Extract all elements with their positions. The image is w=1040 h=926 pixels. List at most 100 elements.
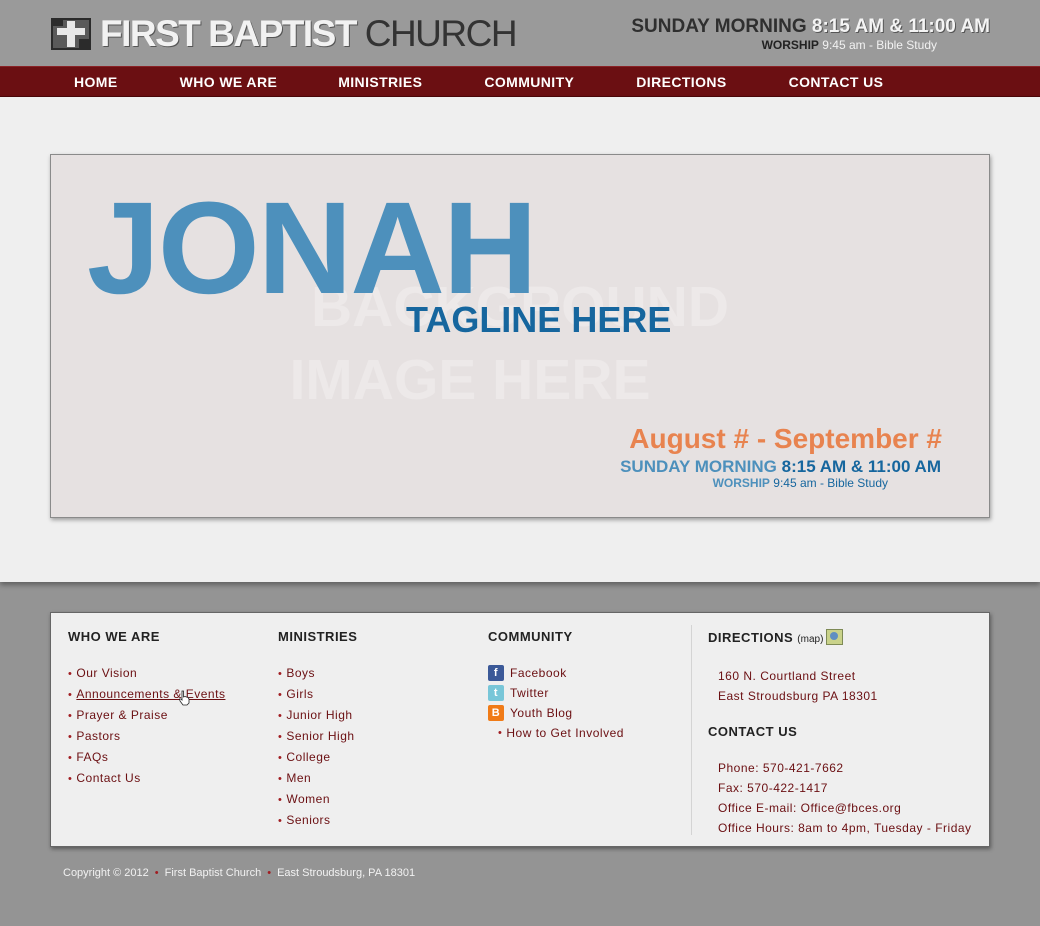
church-name-light: CHURCH — [355, 13, 518, 54]
footer-link-our-vision[interactable]: • Our Vision — [68, 663, 225, 684]
link-label: Contact Us — [76, 771, 141, 785]
footer-link-seniors[interactable]: • Seniors — [278, 810, 357, 831]
footer-link-get-involved[interactable]: • How to Get Involved — [488, 723, 624, 743]
nav-home[interactable]: HOME — [74, 74, 118, 90]
banner-service-line: SUNDAY MORNING 8:15 AM & 11:00 AM — [620, 457, 941, 477]
footer-link-prayer[interactable]: • Prayer & Praise — [68, 705, 225, 726]
column-divider — [691, 625, 692, 835]
nav-community[interactable]: COMMUNITY — [484, 74, 574, 90]
link-label: Twitter — [510, 686, 549, 700]
hand-cursor-icon — [178, 690, 190, 706]
footer-link-college[interactable]: • College — [278, 747, 357, 768]
copyright-notice: Copyright © 2012 — [63, 867, 149, 879]
contact-email[interactable]: Office E-mail: Office@fbces.org — [708, 798, 972, 818]
footer-link-junior-high[interactable]: • Junior High — [278, 705, 357, 726]
nav-who-we-are[interactable]: WHO WE ARE — [180, 74, 278, 90]
nav-directions[interactable]: DIRECTIONS — [636, 74, 726, 90]
footer-link-women[interactable]: • Women — [278, 789, 357, 810]
contact-fax: Fax: 570-422-1417 — [718, 781, 828, 795]
link-label: Our Vision — [76, 666, 138, 680]
service-times: 8:15 AM & 11:00 AM — [811, 16, 990, 37]
banner-service-label: SUNDAY MORNING — [620, 457, 777, 476]
link-label: Seniors — [286, 813, 331, 827]
footer-who-title: WHO WE ARE — [68, 629, 160, 644]
footer-community: COMMUNITY f Facebook t Twitter B Youth Blog… — [488, 629, 624, 743]
link-label: Youth Blog — [510, 706, 573, 720]
link-label: Girls — [286, 687, 314, 701]
footer-link-pastors[interactable]: • Pastors — [68, 726, 225, 747]
footer-link-announcements[interactable]: • Announcements & Events — [68, 684, 225, 705]
address-street: 160 N. Courtland Street — [718, 669, 856, 683]
facebook-icon: f — [488, 665, 504, 681]
banner-dates: August # - September # — [629, 423, 942, 454]
contact-block: Phone: 570-421-7662 Fax: 570-422-1417 Of… — [708, 758, 972, 838]
link-label: Junior High — [286, 708, 353, 722]
footer-link-men[interactable]: • Men — [278, 768, 357, 789]
map-link[interactable]: (map) — [797, 634, 823, 645]
copyright-church: First Baptist Church — [164, 867, 262, 879]
address-city: East Stroudsburg PA 18301 — [718, 689, 878, 703]
link-label: How to Get Involved — [506, 726, 624, 740]
bullet-icon: • — [278, 668, 283, 680]
bullet-icon: • — [68, 710, 73, 722]
site-header: FIRST BAPTIST CHURCH SUNDAY MORNING 8:15… — [0, 0, 1040, 66]
placeholder-line-2: IMAGE HERE — [289, 348, 651, 412]
link-label: Boys — [286, 666, 316, 680]
main-content: BACKGROUND IMAGE HERE JONAH TAGLINE HERE… — [0, 97, 1040, 582]
nav-ministries[interactable]: MINISTRIES — [338, 74, 422, 90]
footer-directions-title: DIRECTIONS (map) — [708, 629, 972, 647]
link-label: Facebook — [510, 666, 567, 680]
link-label: Men — [286, 771, 312, 785]
directions-title-text: DIRECTIONS — [708, 630, 794, 645]
bullet-icon: • — [68, 731, 73, 743]
bullet-icon: • — [278, 815, 283, 827]
bullet-icon: • — [278, 689, 283, 701]
bullet-icon: • — [278, 752, 283, 764]
footer-community-title: COMMUNITY — [488, 629, 573, 644]
church-name-bold: FIRST BAPTIST — [100, 13, 357, 54]
link-label: Pastors — [76, 729, 121, 743]
hero-banner[interactable]: BACKGROUND IMAGE HERE JONAH TAGLINE HERE… — [50, 154, 990, 518]
footer-link-facebook[interactable]: f Facebook — [488, 663, 624, 683]
bullet-icon: • — [278, 710, 283, 722]
footer-directions-contact: DIRECTIONS (map) 160 N. Courtland Street… — [708, 629, 972, 838]
bullet-icon: • — [278, 794, 283, 806]
blogger-icon: B — [488, 705, 504, 721]
footer-link-youth-blog[interactable]: B Youth Blog — [488, 703, 624, 723]
church-name: FIRST BAPTIST CHURCH — [100, 13, 518, 54]
bullet-icon: • — [68, 689, 73, 701]
header-service-times: SUNDAY MORNING 8:15 AM & 11:00 AM WORSHI… — [631, 16, 990, 52]
link-label: Women — [286, 792, 330, 806]
footer-link-senior-high[interactable]: • Senior High — [278, 726, 357, 747]
separator-dot: • — [267, 867, 272, 879]
footer-who-we-are: WHO WE ARE • Our Vision • Announcements & … — [68, 629, 225, 789]
worship-line: WORSHIP 9:45 am - Bible Study — [631, 38, 937, 52]
link-label: College — [286, 750, 331, 764]
cross-logo-icon — [50, 17, 92, 51]
address-block: 160 N. Courtland Street East Stroudsburg… — [708, 666, 972, 706]
footer-contact-title: CONTACT US — [708, 724, 798, 739]
nav-contact-us[interactable]: CONTACT US — [789, 74, 884, 90]
footer-link-twitter[interactable]: t Twitter — [488, 683, 624, 703]
church-logo[interactable]: FIRST BAPTIST CHURCH — [50, 13, 518, 54]
worship-label: WORSHIP — [761, 38, 819, 52]
contact-phone: Phone: 570-421-7662 — [718, 761, 844, 775]
banner-tagline: TAGLINE HERE — [406, 299, 672, 340]
bullet-icon: • — [68, 773, 73, 785]
banner-service-times: 8:15 AM & 11:00 AM — [781, 457, 941, 476]
map-icon[interactable] — [826, 629, 844, 645]
sunday-service-line: SUNDAY MORNING 8:15 AM & 11:00 AM — [631, 16, 990, 38]
footer-link-girls[interactable]: • Girls — [278, 684, 357, 705]
footer-link-boys[interactable]: • Boys — [278, 663, 357, 684]
link-label: Senior High — [286, 729, 355, 743]
copyright-bar: Copyright © 2012 • First Baptist Church • Ea… — [63, 867, 415, 879]
bullet-icon: • — [278, 731, 283, 743]
banner-worship-detail: 9:45 am - Bible Study — [773, 476, 888, 490]
banner-worship-label: WORSHIP — [712, 476, 770, 490]
footer-link-faqs[interactable]: • FAQs — [68, 747, 225, 768]
footer-link-contact[interactable]: • Contact Us — [68, 768, 225, 789]
main-nav: HOME WHO WE ARE MINISTRIES COMMUNITY DIR… — [0, 66, 1040, 97]
footer-links-panel: WHO WE ARE • Our Vision • Announcements & … — [50, 612, 990, 847]
footer-ministries-title: MINISTRIES — [278, 629, 358, 644]
link-label: FAQs — [76, 750, 109, 764]
